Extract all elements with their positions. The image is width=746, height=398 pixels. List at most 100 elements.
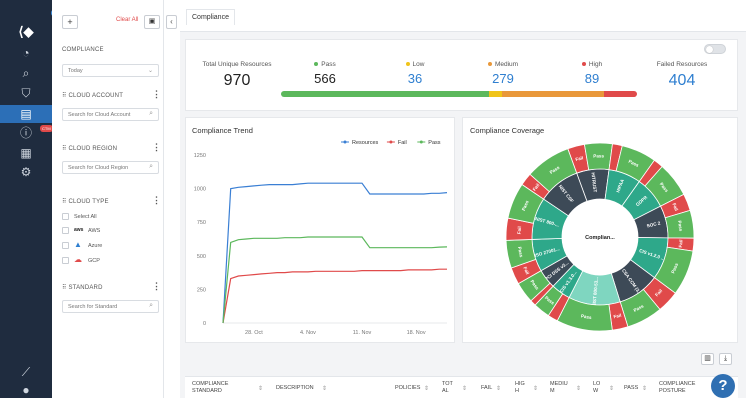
- low-value: 36: [407, 71, 423, 86]
- y-tick-label: 0: [203, 321, 206, 327]
- compliance-coverage-sunburst: HITRUSTFail PassHIPAAPassGDPRPassSOC 2Fai…: [505, 142, 695, 332]
- cloud-type-label: ⠿ CLOUD TYPE: [62, 199, 109, 205]
- legend-item-resources[interactable]: Resources: [341, 140, 379, 146]
- col-medium[interactable]: MEDIUM: [550, 381, 568, 395]
- kebab-menu-icon[interactable]: ⋮: [152, 142, 161, 153]
- legend-marker: [343, 140, 347, 144]
- legend-marker: [419, 140, 423, 144]
- sort-icon[interactable]: ⇕: [642, 385, 647, 392]
- standard-label: ⠿ STANDARD: [62, 285, 103, 291]
- high-label: High: [567, 61, 617, 68]
- add-filter-button[interactable]: +: [62, 15, 78, 29]
- collapse-panel-button[interactable]: ‹: [166, 15, 177, 29]
- coverage-outer-label: Fail: [516, 226, 522, 234]
- col-description[interactable]: DESCRIPTION: [276, 385, 314, 392]
- gauge-icon[interactable]: ◔: [16, 46, 36, 60]
- help-button[interactable]: ?: [711, 374, 735, 398]
- cloud-region-placeholder: Search for Cloud Region: [68, 165, 129, 171]
- y-tick-label: 1250: [194, 153, 206, 159]
- save-filter-button[interactable]: ▣: [144, 15, 160, 29]
- cloud-region-search[interactable]: Search for Cloud Region ⌕: [62, 161, 159, 174]
- col-total[interactable]: TOTAL: [442, 381, 456, 395]
- tab-compliance[interactable]: Compliance: [186, 9, 235, 25]
- standard-placeholder: Search for Standard: [68, 304, 118, 310]
- pass-value: 566: [314, 71, 336, 86]
- compliance-icon[interactable]: ▤: [16, 107, 36, 121]
- gcp-checkbox[interactable]: [62, 257, 69, 264]
- aws-icon: aws: [74, 227, 84, 233]
- col-policies[interactable]: POLICIES: [395, 385, 420, 392]
- y-tick-label: 1000: [194, 187, 206, 193]
- severity-segment-pass: [281, 91, 489, 97]
- cloud-account-label: ⠿ CLOUD ACCOUNT: [62, 93, 124, 99]
- alert-icon[interactable]: ⓘ: [16, 126, 36, 140]
- sort-icon[interactable]: ⇕: [424, 385, 429, 392]
- severity-bar: [281, 91, 637, 97]
- server-icon[interactable]: ▦: [16, 146, 36, 160]
- x-tick-label: 11. Nov: [353, 330, 372, 336]
- select-all-label: Select All: [74, 214, 97, 220]
- download-button[interactable]: ⤓: [719, 353, 732, 365]
- cloud-region-label: ⠿ CLOUD REGION: [62, 146, 118, 152]
- col-low[interactable]: LOW: [593, 381, 603, 395]
- kebab-menu-icon[interactable]: ⋮: [152, 281, 161, 292]
- select-all-checkbox[interactable]: [62, 213, 69, 220]
- legend-item-fail[interactable]: Fail: [386, 140, 407, 146]
- gcp-label: GCP: [88, 258, 100, 264]
- coverage-outer-label: Pass: [593, 153, 604, 158]
- severity-segment-high: [604, 91, 637, 97]
- medium-label: Medium: [478, 61, 528, 68]
- series-line-fail: [222, 268, 447, 324]
- coverage-center-label: Complian...: [585, 235, 615, 241]
- standard-search[interactable]: Search for Standard ⌕: [62, 300, 159, 313]
- sort-icon[interactable]: ⇕: [462, 385, 467, 392]
- severity-segment-medium: [501, 91, 605, 97]
- col-fail[interactable]: FAIL: [481, 385, 492, 392]
- aws-label: AWS: [88, 228, 101, 234]
- sidebar-rail: ⟨◆ ◔ ⌕ ⛉ ▤ ⓘ CTM ▦ ⚙ ⟋ ●: [0, 0, 59, 398]
- kebab-menu-icon[interactable]: ⋮: [152, 89, 161, 100]
- sort-icon[interactable]: ⇕: [496, 385, 501, 392]
- legend-label: Resources: [352, 140, 379, 146]
- rocket-icon[interactable]: ⟋: [16, 365, 36, 379]
- search-icon[interactable]: ⌕: [16, 66, 36, 80]
- sort-icon[interactable]: ⇕: [322, 385, 327, 392]
- sort-icon[interactable]: ⇕: [258, 385, 263, 392]
- total-value: 970: [223, 72, 251, 89]
- col-compliance-posture[interactable]: COMPLIANCE POSTURE: [659, 381, 704, 395]
- failed-value: 404: [668, 72, 696, 89]
- aws-checkbox[interactable]: [62, 227, 69, 234]
- x-tick-label: 18. Nov: [407, 330, 426, 336]
- shield-icon[interactable]: ⛉: [16, 86, 36, 100]
- chevron-down-icon: ⌄: [147, 68, 153, 74]
- y-tick-label: 250: [197, 287, 206, 293]
- sort-icon[interactable]: ⇕: [576, 385, 581, 392]
- clear-all-link[interactable]: Clear All: [116, 17, 138, 23]
- coverage-outer-label: Fail: [678, 239, 684, 247]
- col-pass[interactable]: PASS: [624, 385, 638, 392]
- azure-checkbox[interactable]: [62, 242, 69, 249]
- columns-button[interactable]: ▥: [701, 353, 714, 365]
- settings-icon[interactable]: ⚙: [16, 165, 36, 179]
- failed-label: Failed Resources: [656, 61, 708, 68]
- gcp-icon: ☁: [74, 255, 82, 264]
- sort-icon[interactable]: ⇕: [533, 385, 538, 392]
- col-high[interactable]: HIGH: [515, 381, 527, 395]
- legend-item-pass[interactable]: Pass: [417, 140, 441, 146]
- search-icon: ⌕: [149, 163, 153, 170]
- cloud-account-search[interactable]: Search for Cloud Account ⌕: [62, 108, 159, 121]
- col-compliance-standard[interactable]: COMPLIANCE STANDARD: [192, 381, 242, 395]
- legend-label: Fail: [398, 140, 407, 146]
- compliance-trend-chart: 0 250 500 750 1000 1250 28. Oct 4. Nov 11. Nov 18…: [194, 140, 448, 336]
- toggle-switch[interactable]: [704, 44, 726, 54]
- azure-icon: ▲: [74, 240, 82, 249]
- search-icon: ⌕: [149, 110, 153, 117]
- compliance-period-select[interactable]: Today ⌄: [62, 64, 159, 77]
- sort-icon[interactable]: ⇕: [609, 385, 614, 392]
- x-tick-label: 28. Oct: [245, 330, 263, 336]
- logo-icon[interactable]: ⟨◆: [18, 24, 33, 40]
- x-tick-label: 4. Nov: [300, 330, 316, 336]
- kebab-menu-icon[interactable]: ⋮: [152, 195, 161, 206]
- user-icon[interactable]: ●: [16, 383, 36, 397]
- low-label: Low: [390, 61, 440, 68]
